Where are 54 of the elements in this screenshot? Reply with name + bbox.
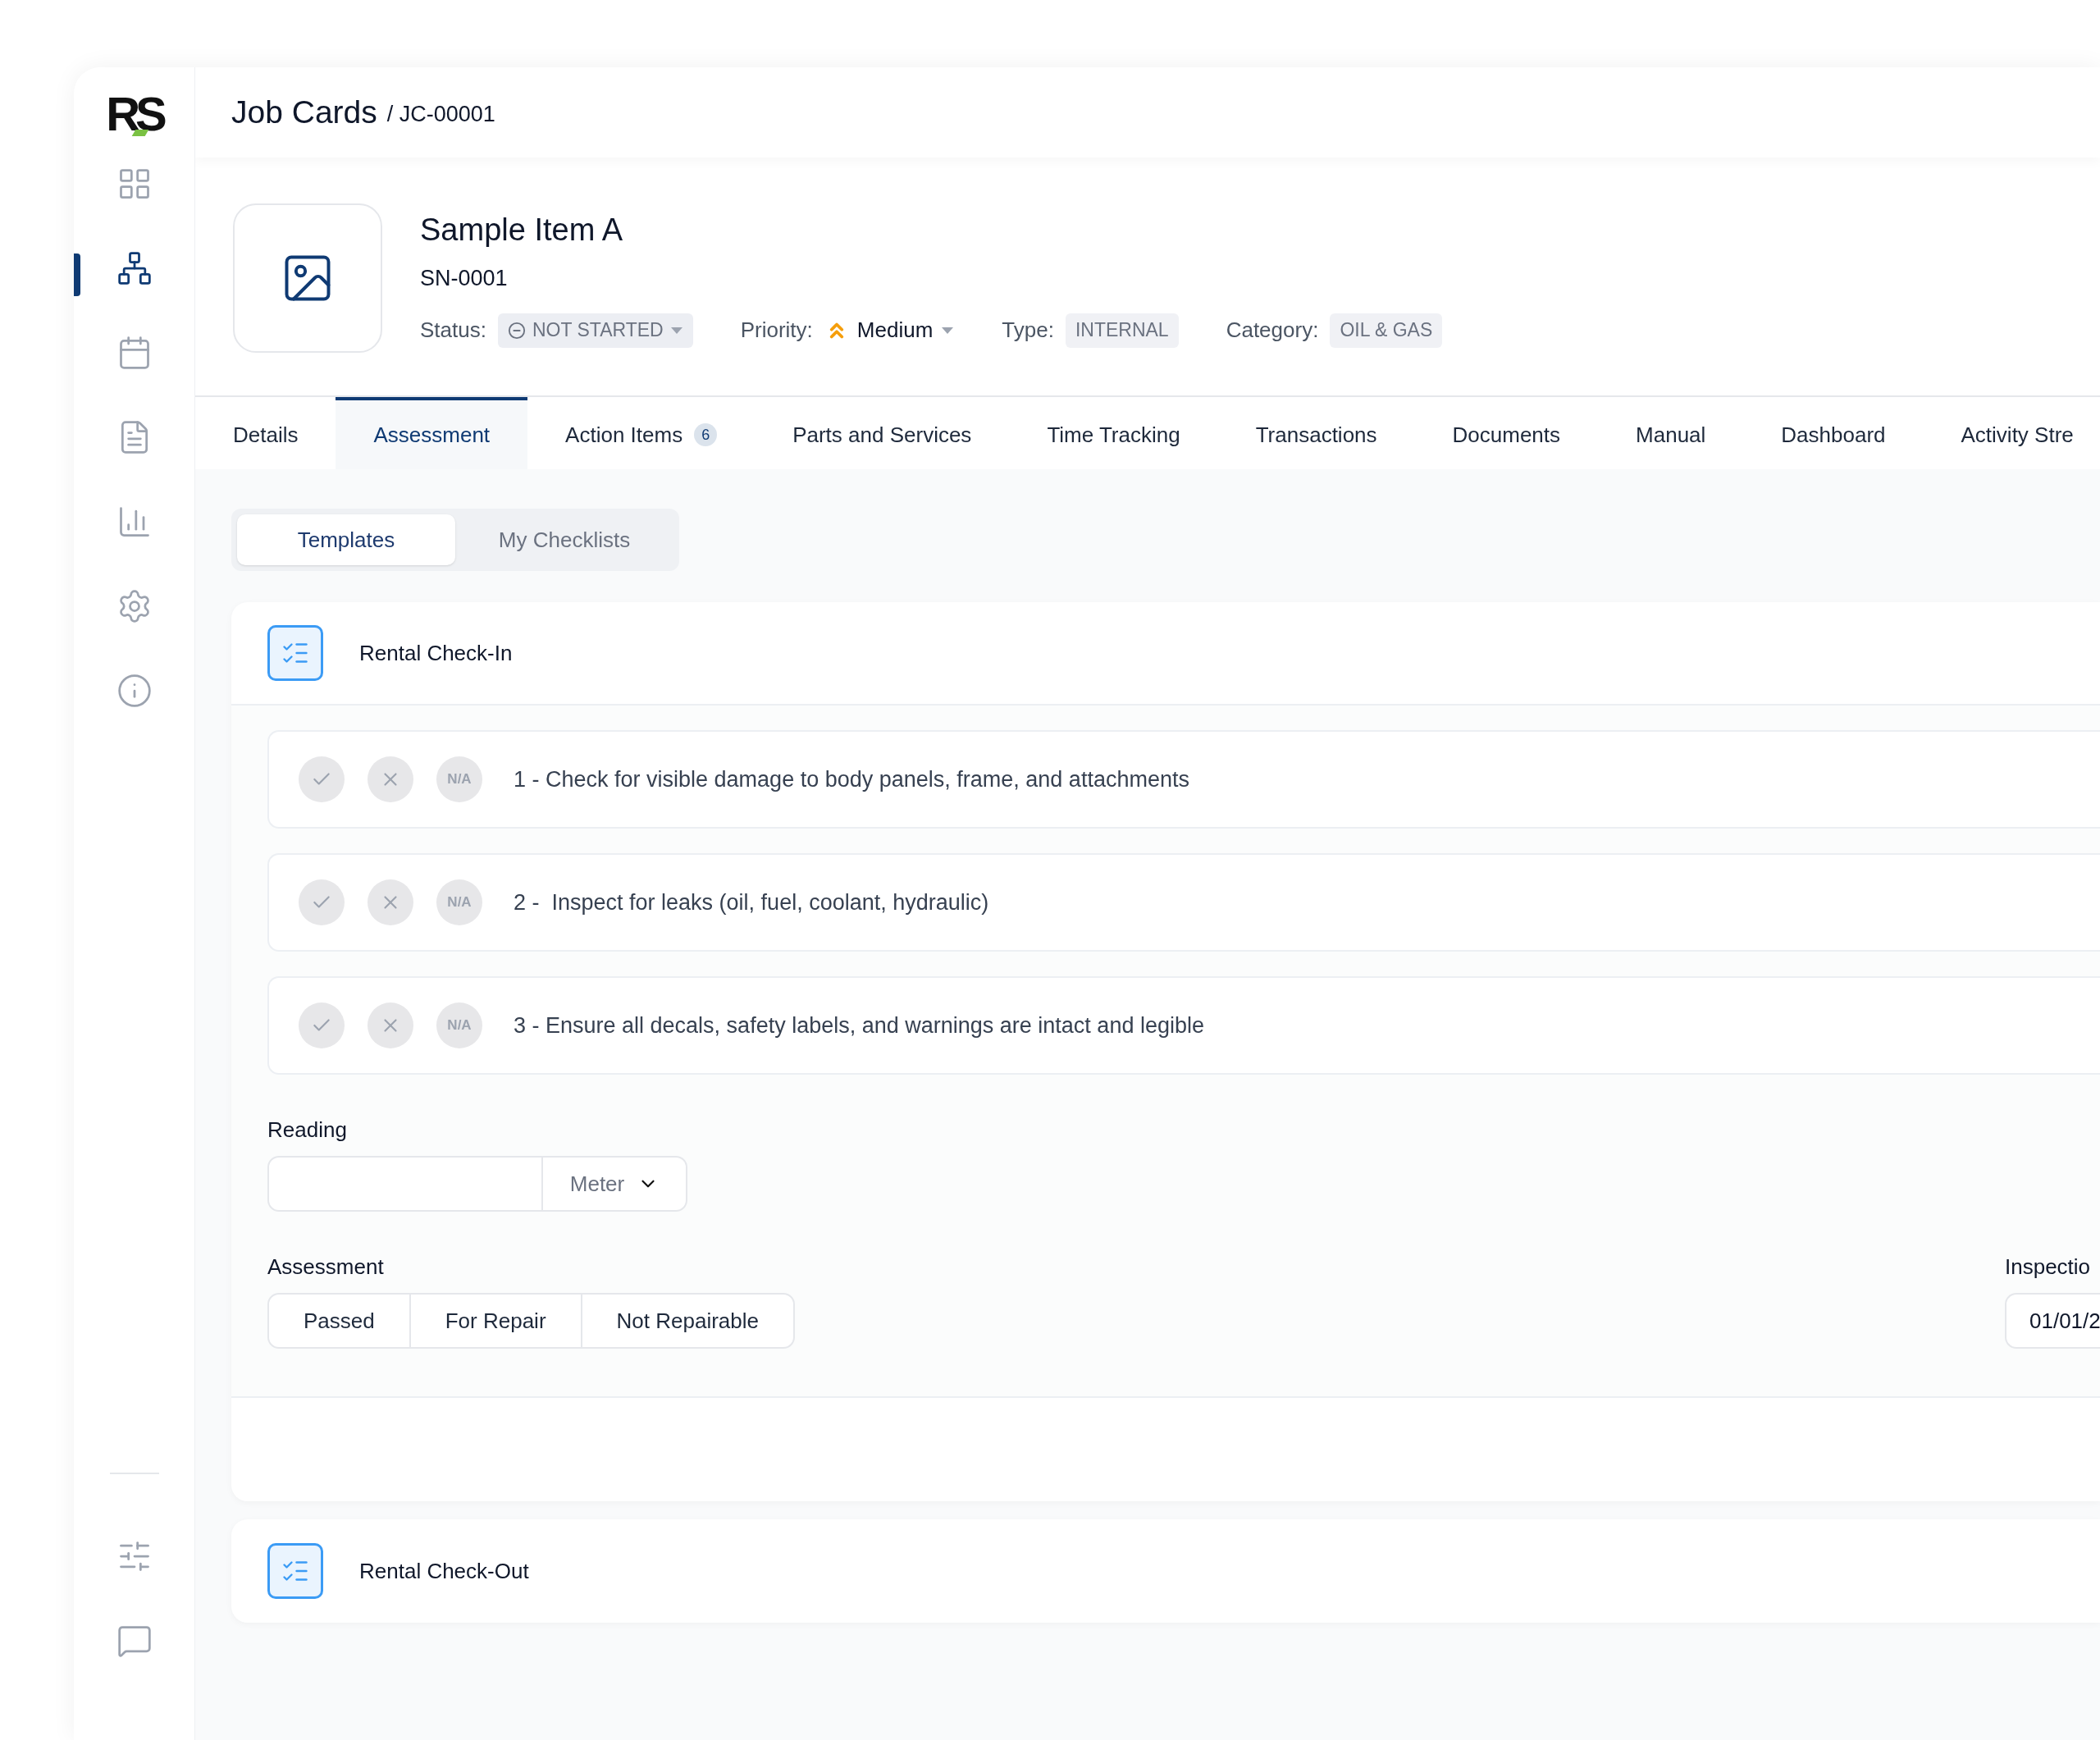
reading-field[interactable] [267,1156,543,1212]
serial-number: SN-0001 [420,265,509,292]
inspection-date-field[interactable]: 01/01/2 [2005,1293,2100,1349]
checklist-icon [267,1543,323,1599]
assessment-option[interactable]: Not Repairable [580,1295,793,1347]
field-label: Category: [1226,317,1319,344]
tab[interactable]: Time Tracking [1009,397,1218,469]
tag: INTERNAL [1065,313,1179,348]
field-label: Priority: [740,317,813,344]
field-label: Inspectio [2005,1254,2092,1281]
tab[interactable]: Activity Stre [1923,397,2100,469]
pass-button[interactable] [299,756,345,802]
assessment-option[interactable]: Passed [269,1295,409,1347]
checklist-title[interactable]: Rental Check-In [359,637,513,669]
field-label: Type: [1002,317,1054,344]
caret-icon [669,326,683,335]
checklist-item-text: 1 - Check for visible damage to body panels, frame, and attachments [514,765,1189,793]
subtab[interactable]: My Checklists [455,514,673,565]
page-title: Job Cards [231,93,377,131]
item-name: Sample Item A [420,212,624,249]
tab[interactable]: Assessment [336,397,528,469]
field-label: Assessment [267,1254,385,1281]
checklist-item-text: 3 - Ensure all decals, safety labels, and warnings are intact and legible [514,1012,1204,1039]
breadcrumb: / JC-00001 [386,100,495,128]
caret-icon [941,326,955,335]
info-icon[interactable] [116,672,153,709]
tab[interactable]: Documents [1414,397,1599,469]
pass-button[interactable] [299,1002,345,1048]
org-chart-icon[interactable] [116,249,153,286]
pass-button[interactable] [299,879,345,925]
field-label: Status: [420,317,486,344]
tag: OIL & GAS [1330,313,1443,348]
field-label: Reading [267,1117,348,1144]
status-icon [507,321,526,340]
checklist-item-text: 2 - Inspect for leaks (oil, fuel, coolant, hydraulic) [514,888,989,916]
fail-button[interactable] [368,756,413,802]
tab[interactable]: Action Items 6 [527,397,756,469]
checklist-icon [267,625,323,681]
tab[interactable]: Dashboard [1743,397,1924,469]
unit-dropdown[interactable]: Meter [543,1156,687,1212]
tab[interactable]: Parts and Services [755,397,1010,469]
subtab[interactable]: Templates [237,514,455,565]
checklist-title[interactable]: Rental Check-Out [359,1555,529,1587]
status-dropdown[interactable]: NOT STARTED [497,313,693,348]
assessment-option[interactable]: For Repair [409,1295,581,1347]
count-badge: 6 [694,423,718,446]
fail-button[interactable] [368,879,413,925]
tab[interactable]: Manual [1598,397,1744,469]
priority-dropdown[interactable]: Medium [824,314,955,346]
tab[interactable]: Transactions [1217,397,1415,469]
active-indicator [74,253,80,296]
fail-button[interactable] [368,1002,413,1048]
logo: RS [106,87,162,141]
tab[interactable]: Details [195,397,336,469]
